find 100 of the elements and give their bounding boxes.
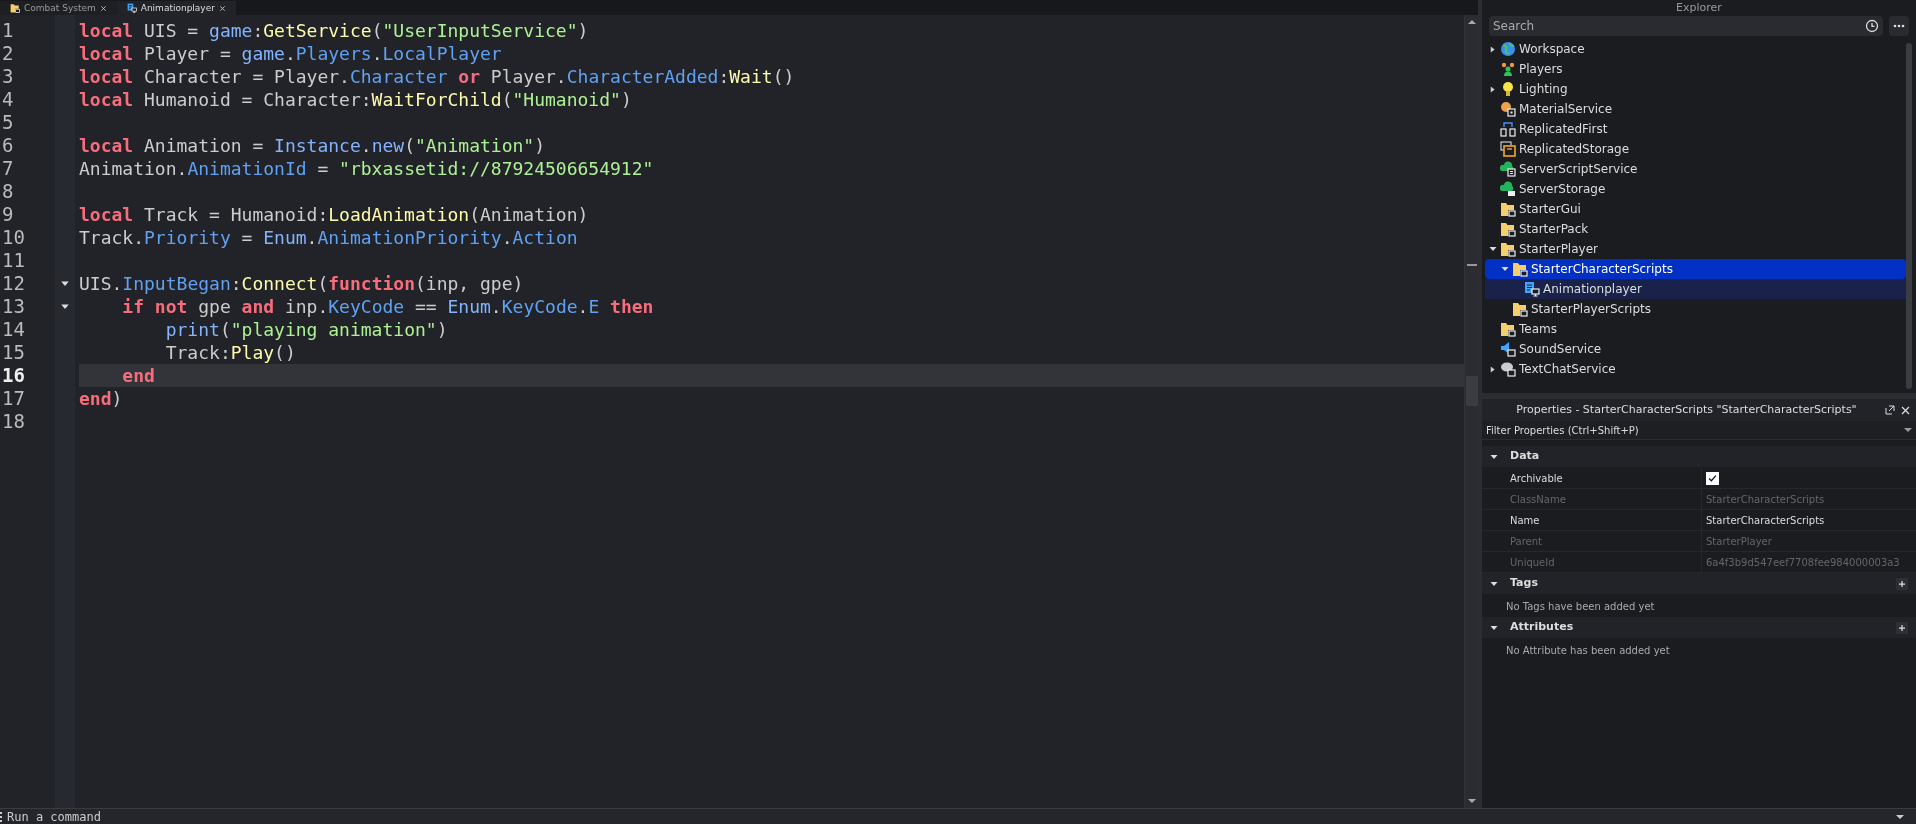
network-icon [1500,121,1516,137]
checkbox[interactable] [1706,471,1719,485]
line-number: 3 [1,65,14,88]
tree-item[interactable]: MaterialService [1485,99,1906,119]
line-number: 13 [1,295,25,318]
cloud-icon [1500,181,1516,197]
cloud-script-icon [1500,161,1516,177]
expand-arrow-icon[interactable] [1489,365,1496,373]
line-number: 10 [1,226,25,249]
scrollbar[interactable] [1464,15,1478,808]
line-number: 7 [1,157,14,180]
section-header[interactable]: Attributes [1482,617,1916,639]
gear-box-icon [1500,101,1516,117]
property-name: UniqueId [1510,555,1555,570]
tree-item[interactable]: StarterPack [1485,219,1906,239]
section-header[interactable]: Tags [1482,573,1916,595]
code-line: UIS.InputBegan:Connect(function(inp, gpe) [79,272,524,295]
more-button[interactable] [1889,16,1909,36]
editor-tab[interactable]: Animationplayer [116,1,236,15]
code-line: local Humanoid = Character:WaitForChild("Humanoid") [79,88,632,111]
code-line: Track:Play() [164,341,296,364]
code-line: Animation.AnimationId = "rbxassetid://87924506654912" [79,157,654,180]
line-number: 8 [1,180,14,203]
storage-icon [1500,141,1516,157]
lightbulb-icon [1500,81,1516,97]
tree-item[interactable]: StarterGui [1485,199,1906,219]
history-icon[interactable] [1865,19,1879,33]
people-icon [1500,61,1516,77]
plus-icon [1898,623,1906,632]
close-icon [99,4,107,12]
chat-bubble-icon [1500,361,1516,377]
tree-item[interactable]: ReplicatedFirst [1485,119,1906,139]
add-button[interactable] [1896,577,1908,590]
property-name: ClassName [1510,492,1566,507]
tree-item[interactable]: Lighting [1485,79,1906,99]
undock-icon[interactable] [1885,405,1895,415]
panel-title: Properties - StarterCharacterScripts "StarterCharacterScripts" [1516,401,1857,418]
editor-tab[interactable]: Combat System [0,1,117,15]
empty-message: No Tags have been added yet [1505,599,1655,614]
scroll-thumb[interactable] [1465,376,1478,406]
property-name: Archivable [1510,471,1563,486]
line-number: 12 [1,272,25,295]
plus-icon [1898,579,1906,588]
folder-icon [10,3,20,13]
code-line: end [121,364,155,387]
expand-arrow-icon[interactable] [1489,85,1496,93]
line-number: 15 [1,341,25,364]
section-header[interactable]: Data [1482,446,1916,468]
tree-item[interactable]: ReplicatedStorage [1485,139,1906,159]
line-number: 2 [1,42,14,65]
check-icon [1708,473,1717,483]
code-line: local Animation = Instance.new("Animation") [79,134,546,157]
collapse-arrow-icon[interactable] [1501,265,1509,273]
line-number: 1 [1,19,14,42]
close-icon [218,4,226,12]
speaker-icon [1500,341,1516,357]
property-value: 6a4f3b9d547eef7708fee984000003a3 [1706,555,1900,570]
code-line: local Character = Player.Character or Player.CharacterAdded:Wait() [79,65,795,88]
folder-icon [1500,221,1516,237]
command-field[interactable]: Run a command [0,808,1916,824]
property-value[interactable]: StarterCharacterScripts [1706,512,1825,528]
collapse-arrow-icon[interactable] [1489,245,1497,253]
line-number: 17 [1,387,25,410]
search-field[interactable]: Search [1489,16,1883,36]
property-value: StarterPlayer [1706,534,1772,549]
tree-item[interactable]: Teams [1485,319,1906,339]
line-number: 16 [1,364,25,387]
tree-item[interactable]: StarterPlayerScripts [1485,299,1906,319]
property-name: Name [1510,513,1540,528]
dropdown-icon[interactable] [1896,813,1904,820]
code-line: end) [79,387,123,410]
line-number: 5 [1,111,14,134]
folder-icon [1500,321,1516,337]
tree-item[interactable]: ServerScriptService [1485,159,1906,179]
globe-icon [1500,41,1516,57]
tree-item[interactable]: StarterCharacterScripts [1485,259,1906,279]
tree-item[interactable]: TextChatService [1485,359,1906,379]
code-line: print("playing animation") [164,318,448,341]
add-button[interactable] [1896,621,1908,634]
script-icon [1524,281,1540,297]
property-value: StarterCharacterScripts [1706,492,1825,507]
dropdown-icon[interactable] [1904,427,1912,433]
script-icon [126,3,137,13]
expand-arrow-icon[interactable] [1489,45,1496,53]
tree-item[interactable]: Players [1485,59,1906,79]
scrollbar[interactable] [1906,43,1912,389]
tree-item[interactable]: Workspace [1485,39,1906,59]
code-line: Track.Priority = Enum.AnimationPriority.Action [79,226,578,249]
tree-item[interactable]: Animationplayer [1485,279,1906,299]
panel-title: Explorer [1676,2,1722,13]
close-icon[interactable] [1901,405,1910,415]
folder-icon [1500,201,1516,217]
code-line: local UIS = game:GetService("UserInputService") [79,19,589,42]
empty-message: No Attribute has been added yet [1505,643,1670,658]
line-number: 11 [1,249,25,272]
grip-icon [0,811,3,822]
tree-item[interactable]: SoundService [1485,339,1906,359]
tree-item[interactable]: ServerStorage [1485,179,1906,199]
tree-item[interactable]: StarterPlayer [1485,239,1906,259]
code-line: local Player = game.Players.LocalPlayer [79,42,502,65]
